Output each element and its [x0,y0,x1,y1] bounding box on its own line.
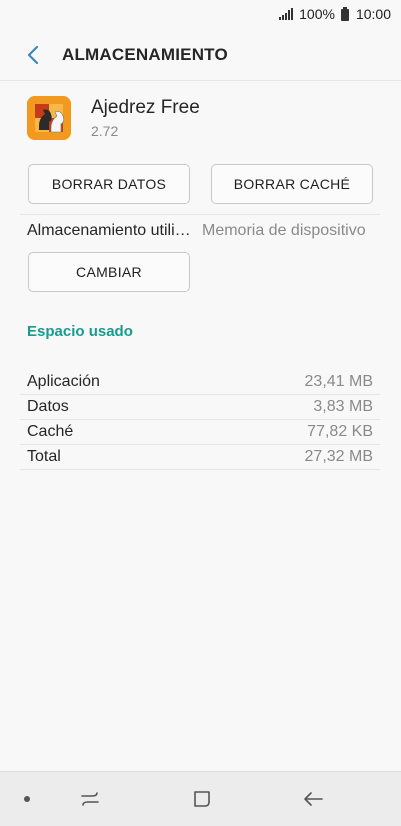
usage-row-application: Aplicación 23,41 MB [20,370,380,395]
home-icon [194,791,210,807]
storage-location-label: Almacenamiento utilizado [27,221,197,239]
usage-row-data: Datos 3,83 MB [20,395,380,420]
nav-back-icon [304,792,323,806]
recents-button[interactable] [75,784,105,814]
signal-icon [279,8,294,20]
clear-data-button[interactable]: BORRAR DATOS [28,164,190,204]
app-name: Ajedrez Free [91,97,200,118]
usage-row-cache: Caché 77,82 KB [20,420,380,445]
navigation-bar [0,771,401,826]
back-button[interactable] [22,44,44,66]
storage-location-value: Memoria de dispositivo [202,221,366,239]
clear-cache-button[interactable]: BORRAR CACHÉ [211,164,373,204]
usage-row-total: Total 27,32 MB [20,445,380,470]
status-time: 10:00 [355,6,391,22]
status-bar: 100% 10:00 [0,0,401,28]
usage-label: Datos [27,398,69,415]
usage-value: 27,32 MB [304,448,373,465]
change-button[interactable]: CAMBIAR [28,252,190,292]
home-button[interactable] [187,784,217,814]
chess-app-icon [27,96,71,140]
usage-label: Caché [27,423,74,440]
battery-percent: 100% [299,6,335,22]
usage-table: Aplicación 23,41 MB Datos 3,83 MB Caché … [20,370,380,470]
app-header: Ajedrez Free 2.72 [27,96,200,140]
section-header-space-used: Espacio usado [27,323,133,340]
app-version: 2.72 [91,123,119,139]
app-bar: ALMACENAMIENTO [0,30,401,81]
usage-value: 3,83 MB [313,398,373,415]
page-title: ALMACENAMIENTO [62,45,228,64]
usage-value: 23,41 MB [304,373,373,390]
storage-location-row[interactable]: Almacenamiento utilizado Memoria de disp… [20,214,380,246]
usage-label: Aplicación [27,373,100,390]
usage-value: 77,82 KB [307,423,373,440]
usage-label: Total [27,448,61,465]
nav-dot-icon[interactable] [24,796,30,802]
nav-back-button[interactable] [298,784,328,814]
recents-icon [81,792,99,806]
back-arrow-icon [27,45,39,65]
battery-icon [340,7,349,21]
